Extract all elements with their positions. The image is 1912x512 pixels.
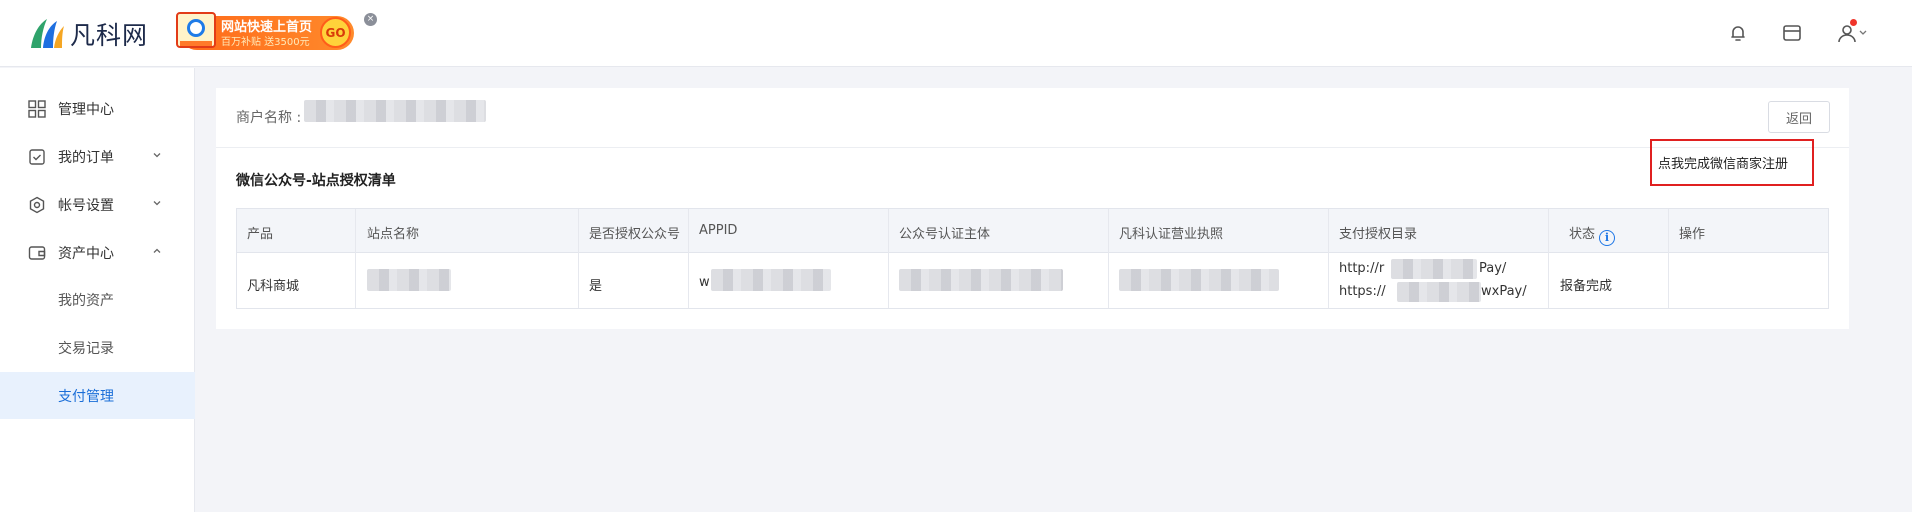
chevron-down-icon [153, 201, 161, 206]
notification-dot [1850, 19, 1857, 26]
cell-pay-dir-2-end: wxPay/ [1481, 284, 1527, 299]
sidebar-item-management[interactable]: 管理中心 [0, 86, 195, 132]
column-divider [1548, 209, 1549, 308]
grid-icon [28, 100, 46, 118]
chevron-down-icon [1859, 30, 1867, 35]
cell-authorized: 是 [589, 279, 603, 294]
business-license-redacted [1119, 269, 1279, 291]
logo-icon [31, 19, 64, 48]
sidebar-subitem-my-assets[interactable]: 我的资产 [0, 276, 195, 323]
cell-pay-dir-1-end: Pay/ [1479, 261, 1507, 276]
main-card: 商户名称 : 返回 微信公众号-站点授权清单 产品 站点名称 是否授权公众号 A… [216, 88, 1849, 329]
column-divider [1108, 209, 1109, 308]
certified-entity-redacted [899, 269, 1063, 291]
pay-dir-1-redacted [1391, 259, 1477, 279]
promo-banner[interactable]: 网站快速上首页 百万补贴 送3500元 GO [172, 12, 360, 52]
merchant-name-redacted [304, 100, 486, 122]
brand-logo[interactable]: 凡科网 [27, 14, 177, 54]
wallet-icon [28, 246, 46, 260]
column-divider [578, 209, 579, 308]
column-divider [1668, 209, 1669, 308]
column-header: 站点名称 [367, 227, 420, 242]
sidebar-item-label: 资产中心 [58, 246, 114, 262]
bell-icon[interactable] [1726, 21, 1750, 45]
cell-product: 凡科商城 [247, 279, 300, 294]
column-divider [688, 209, 689, 308]
merchant-name-label: 商户名称 : [236, 110, 302, 126]
top-bar: 凡科网 网站快速上首页 百万补贴 送3500元 GO × [0, 0, 1912, 67]
chevron-up-icon [153, 248, 161, 253]
sidebar-subitem-label: 我的资产 [58, 293, 114, 309]
column-header: 产品 [247, 227, 274, 242]
register-wechat-merchant-link[interactable]: 点我完成微信商家注册 [1658, 153, 1788, 172]
pay-dir-2-redacted [1397, 282, 1481, 302]
column-header: 是否授权公众号 [589, 227, 681, 242]
divider [216, 147, 1849, 148]
column-header: APPID [699, 223, 738, 238]
sidebar-item-label: 我的订单 [58, 150, 114, 166]
settings-icon [29, 196, 45, 214]
promo-close-icon[interactable]: × [364, 13, 377, 26]
sidebar-item-orders[interactable]: 我的订单 [0, 134, 195, 180]
promo-laptop-icon [176, 12, 216, 48]
column-divider [888, 209, 889, 308]
brand-name: 凡科网 [70, 21, 149, 50]
store-icon[interactable] [1780, 21, 1804, 45]
site-name-redacted [367, 269, 451, 291]
promo-subtitle: 百万补贴 送3500元 [221, 37, 310, 48]
column-divider [1328, 209, 1329, 308]
cell-pay-dir-2-start: https:// [1339, 284, 1386, 299]
column-divider [355, 209, 356, 308]
sidebar-subitem-transactions[interactable]: 交易记录 [0, 324, 195, 371]
cell-appid-prefix: w [699, 275, 710, 290]
user-menu[interactable] [1836, 19, 1876, 45]
column-header: 状态 [1569, 227, 1596, 242]
column-header: 操作 [1679, 227, 1706, 242]
info-icon[interactable]: i [1599, 230, 1616, 246]
column-header-status: 状态 i [1569, 223, 1616, 246]
sidebar-subitem-payment-management[interactable]: 支付管理 [0, 372, 195, 419]
sidebar: 管理中心 我的订单 帐号设置 资产中心 我的资产 交易记录 支付管理 [0, 68, 195, 512]
column-header: 凡科认证营业执照 [1119, 227, 1224, 242]
order-icon [29, 149, 45, 165]
sidebar-item-label: 管理中心 [58, 102, 114, 118]
cell-pay-dir-1-start: http://r [1339, 261, 1385, 276]
chevron-down-icon [153, 153, 161, 158]
sidebar-subitem-label: 支付管理 [58, 389, 114, 405]
section-title: 微信公众号-站点授权清单 [236, 173, 396, 189]
back-button[interactable]: 返回 [1768, 101, 1830, 133]
column-header: 支付授权目录 [1339, 227, 1418, 242]
sidebar-item-label: 帐号设置 [58, 198, 114, 214]
appid-redacted [711, 269, 831, 291]
cell-status: 报备完成 [1560, 279, 1613, 294]
sidebar-subitem-label: 交易记录 [58, 341, 114, 357]
sidebar-item-account-settings[interactable]: 帐号设置 [0, 182, 195, 228]
column-header: 公众号认证主体 [899, 227, 991, 242]
authorization-table: 产品 站点名称 是否授权公众号 APPID 公众号认证主体 凡科认证营业执照 支… [236, 208, 1829, 309]
sidebar-item-assets[interactable]: 资产中心 [0, 230, 195, 276]
promo-go-button[interactable]: GO [320, 17, 351, 48]
